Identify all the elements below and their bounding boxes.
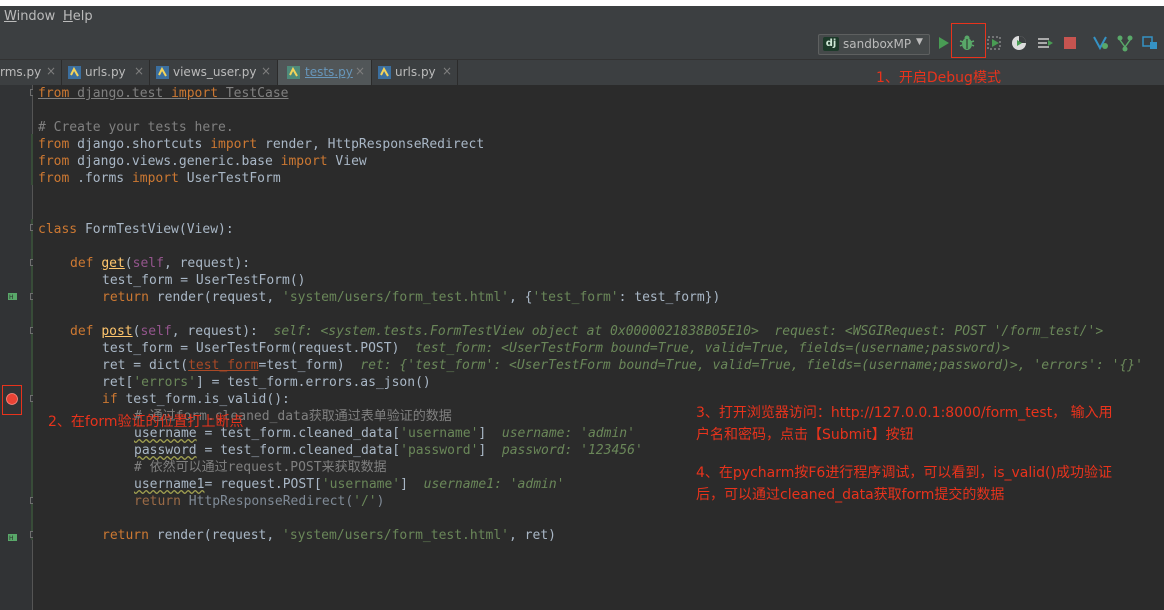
vcs-branch-icon[interactable] xyxy=(1116,34,1134,52)
menu-window[interactable]: Window xyxy=(4,9,55,24)
svg-text:H: H xyxy=(9,535,14,541)
main-toolbar: dj sandboxMP ▼ xyxy=(0,28,1164,60)
menu-help[interactable]: Help xyxy=(63,9,93,24)
code-line-27: return render(request, 'system/users/for… xyxy=(102,528,556,543)
annotation-step-1: 1、开启Debug模式 xyxy=(876,70,1001,86)
concurrency-icon[interactable] xyxy=(1036,34,1054,52)
inline-debug-value: username1: 'admin' xyxy=(423,477,565,492)
run-test-icon[interactable]: H xyxy=(8,532,17,541)
python-test-file-icon xyxy=(287,66,300,79)
tab-urls-py-2[interactable]: urls.py × xyxy=(372,60,458,85)
run-test-icon[interactable]: H xyxy=(8,291,17,300)
close-icon[interactable]: × xyxy=(355,64,365,78)
annotation-step-3-line-2: 户名和密码，点击【Submit】按钮 xyxy=(696,427,914,443)
code-line-22: password = test_form.cleaned_data['passw… xyxy=(134,443,643,458)
vcs-update-icon[interactable] xyxy=(1091,34,1109,52)
code-line-9: class FormTestView(View): xyxy=(38,222,234,237)
menu-bar: Window Help xyxy=(0,6,1164,28)
python-file-icon xyxy=(156,66,169,79)
debug-button-highlight-box xyxy=(951,23,986,58)
project-structure-icon[interactable] xyxy=(1141,34,1159,52)
inline-debug-value: username: 'admin' xyxy=(501,426,635,441)
annotation-step-4: 4、在pycharm按F6进行程序调试，可以看到，is_valid()成功验证 … xyxy=(696,462,1112,506)
stop-icon[interactable] xyxy=(1061,34,1079,52)
run-icon[interactable] xyxy=(934,34,952,52)
svg-text:H: H xyxy=(9,294,14,300)
code-line-23: # 依然可以通过request.POST来获取数据 xyxy=(134,460,387,475)
code-line-18: ret['errors'] = test_form.errors.as_json… xyxy=(102,375,431,390)
code-line-25: return HttpResponseRedirect('/') xyxy=(134,494,385,509)
inline-debug-value: test_form: <UserTestForm bound=True, val… xyxy=(415,341,1010,356)
code-line-15: def post(self, request): self: <system.t… xyxy=(70,324,1104,339)
code-line-6: from .forms import UserTestForm xyxy=(38,171,281,186)
annotation-step-4-line-2: 后，可以通过cleaned_data获取form提交的数据 xyxy=(696,487,1005,503)
coverage-icon[interactable] xyxy=(985,34,1003,52)
code-line-11: def get(self, request): xyxy=(70,256,251,271)
code-line-3: # Create your tests here. xyxy=(38,120,234,135)
close-icon[interactable]: × xyxy=(46,64,56,78)
tab-forms-py[interactable]: rms.py × xyxy=(0,60,62,85)
annotation-step-4-line-1: 4、在pycharm按F6进行程序调试，可以看到，is_valid()成功验证 xyxy=(696,465,1112,481)
run-configuration-label: sandboxMP xyxy=(843,37,912,51)
inline-debug-value: self: <system.tests.FormTestView object … xyxy=(273,324,1104,339)
code-line-4: from django.shortcuts import render, Htt… xyxy=(38,137,485,152)
close-icon[interactable]: × xyxy=(134,64,144,78)
code-editor[interactable]: from django.test import TestCase # Creat… xyxy=(33,85,1164,610)
close-icon[interactable]: × xyxy=(261,64,271,78)
inline-debug-value: password: '123456' xyxy=(501,443,643,458)
annotation-step-2: 2、在form验证的位置打上断点 xyxy=(48,414,244,430)
code-line-24: username1= request.POST['username'] user… xyxy=(134,477,565,492)
code-line-5: from django.views.generic.base import Vi… xyxy=(38,154,367,169)
run-configuration-select[interactable]: dj sandboxMP ▼ xyxy=(818,34,930,55)
python-file-icon xyxy=(378,66,391,79)
annotation-step-3: 3、打开浏览器访问：http://127.0.0.1:8000/form_tes… xyxy=(696,402,1113,446)
close-icon[interactable]: × xyxy=(442,64,452,78)
tab-views-user-py[interactable]: views_user.py × xyxy=(150,60,278,85)
tab-urls-py[interactable]: urls.py × xyxy=(62,60,150,85)
django-icon: dj xyxy=(823,37,839,51)
code-line-1: from django.test import TestCase xyxy=(38,86,289,101)
breakpoint-icon[interactable] xyxy=(6,393,18,405)
chevron-down-icon: ▼ xyxy=(916,37,923,47)
code-line-16: test_form = UserTestForm(request.POST) t… xyxy=(102,341,1010,356)
code-line-13: return render(request, 'system/users/for… xyxy=(102,290,721,305)
inline-debug-value: ret: {'test_form': <UserTestForm bound=T… xyxy=(360,358,1143,373)
tab-tests-py[interactable]: tests.py × xyxy=(278,60,372,85)
code-line-17: ret = dict(test_form=test_form) ret: {'t… xyxy=(102,358,1143,373)
annotation-step-3-line-1: 3、打开浏览器访问：http://127.0.0.1:8000/form_tes… xyxy=(696,405,1113,421)
python-file-icon xyxy=(68,66,81,79)
code-line-12: test_form = UserTestForm() xyxy=(102,273,306,288)
code-line-19: if test_form.is_valid(): xyxy=(102,392,290,407)
profile-icon[interactable] xyxy=(1010,34,1028,52)
